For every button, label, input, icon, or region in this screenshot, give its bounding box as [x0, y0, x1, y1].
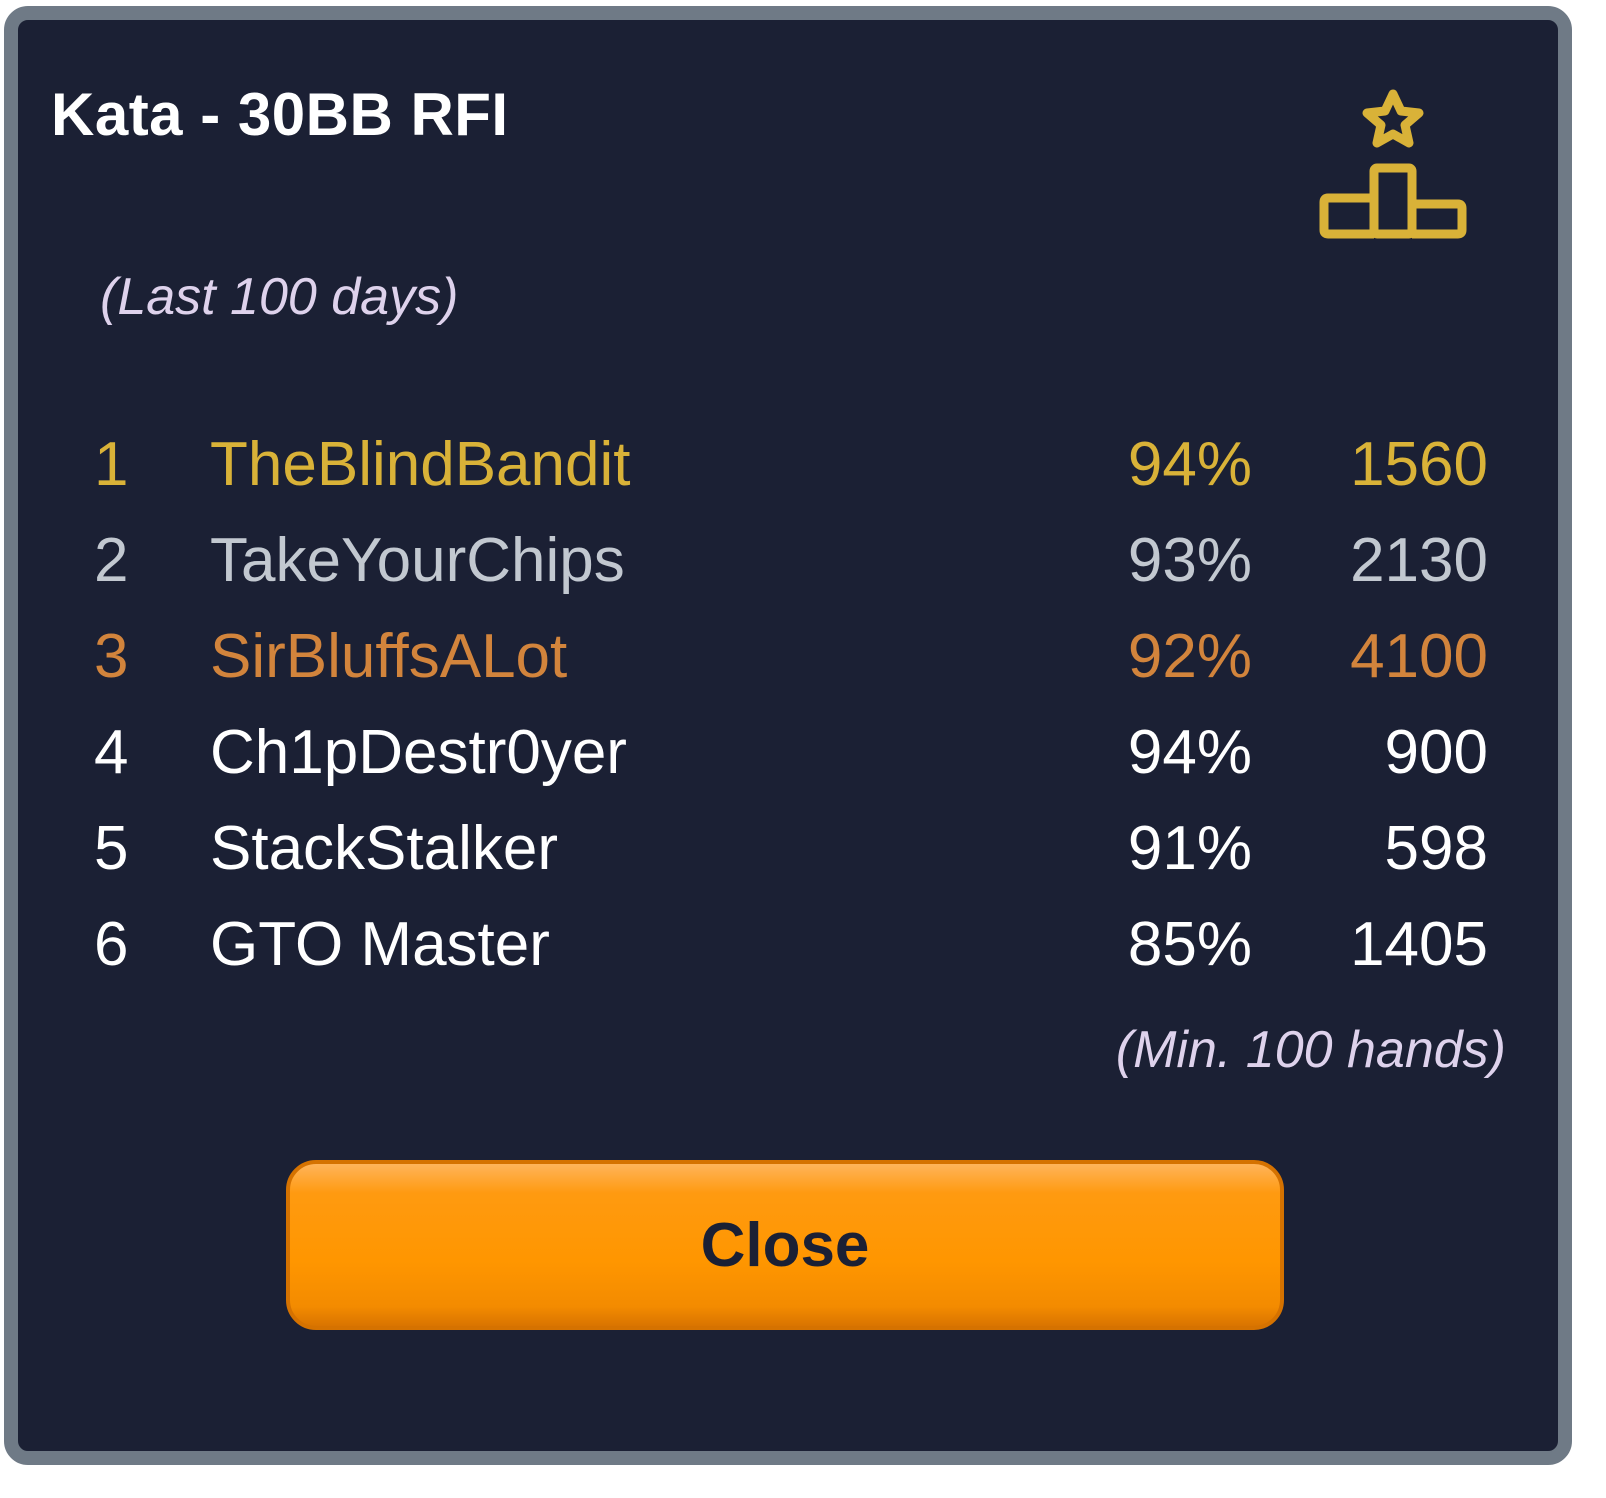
dialog-title: Kata - 30BB RFI — [51, 81, 509, 148]
leaderboard-row: 4 Ch1pDestr0yer 94% 900 — [94, 716, 1488, 812]
hands-count: 1405 — [1350, 910, 1488, 979]
player-name: SirBluffsALot — [210, 622, 568, 691]
accuracy-percent: 85% — [1127, 910, 1252, 979]
accuracy-percent: 93% — [1127, 526, 1252, 595]
rank-cell: 1 — [94, 430, 129, 499]
player-name: GTO Master — [210, 910, 550, 979]
leaderboard-row: 6 GTO Master 85% 1405 — [94, 908, 1488, 1004]
player-name: StackStalker — [210, 814, 559, 883]
rank-cell: 6 — [94, 910, 129, 979]
player-name: Ch1pDestr0yer — [210, 718, 627, 787]
hands-count: 2130 — [1350, 526, 1488, 595]
leaderboard-dialog: Kata - 30BB RFI (Last 100 days) 1 TheBli… — [4, 6, 1572, 1465]
accuracy-percent: 91% — [1127, 814, 1252, 883]
leaderboard-row: 5 StackStalker 91% 598 — [94, 812, 1488, 908]
leaderboard-row: 2 TakeYourChips 93% 2130 — [94, 524, 1488, 620]
leaderboard-table: 1 TheBlindBandit 94% 1560 2 TakeYourChip… — [94, 428, 1488, 1004]
hands-count: 598 — [1384, 814, 1488, 883]
podium-star-icon — [1319, 89, 1467, 239]
hands-count: 900 — [1384, 718, 1488, 787]
hands-count: 1560 — [1350, 430, 1488, 499]
player-name: TakeYourChips — [210, 526, 625, 595]
rank-cell: 4 — [94, 718, 129, 787]
minimum-hands-note: (Min. 100 hands) — [1115, 1021, 1506, 1079]
leaderboard-row: 3 SirBluffsALot 92% 4100 — [94, 620, 1488, 716]
time-range-label: (Last 100 days) — [100, 268, 459, 326]
rank-cell: 2 — [94, 526, 129, 595]
rank-cell: 5 — [94, 814, 129, 883]
leaderboard-row: 1 TheBlindBandit 94% 1560 — [94, 428, 1488, 524]
accuracy-percent: 94% — [1127, 718, 1252, 787]
rank-cell: 3 — [94, 622, 129, 691]
close-button[interactable]: Close — [286, 1160, 1284, 1330]
hands-count: 4100 — [1350, 622, 1488, 691]
accuracy-percent: 94% — [1127, 430, 1252, 499]
player-name: TheBlindBandit — [210, 430, 631, 499]
accuracy-percent: 92% — [1127, 622, 1252, 691]
